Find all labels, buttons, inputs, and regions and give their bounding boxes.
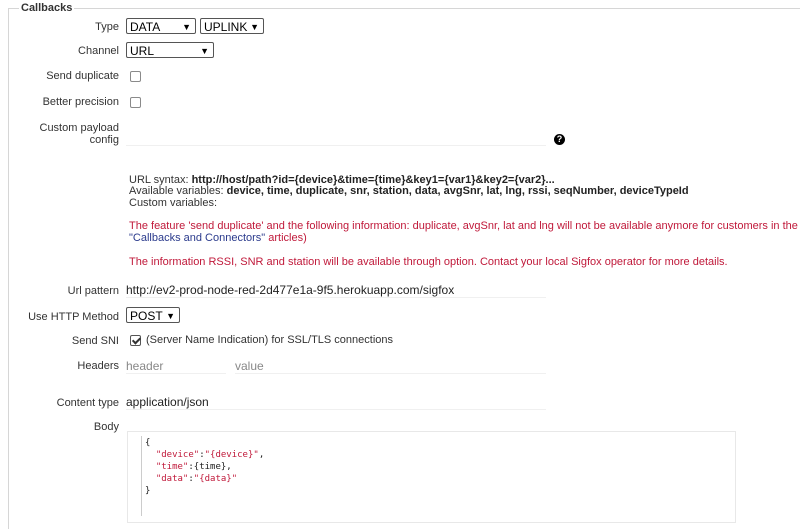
url-pattern-label: Url pattern	[67, 285, 119, 297]
better-precision-label: Better precision	[42, 96, 119, 108]
type-select[interactable]: DATA ▼	[126, 18, 196, 34]
http-method-value: POST	[130, 309, 163, 323]
type-label: Type	[95, 21, 119, 33]
chevron-down-icon: ▼	[250, 22, 259, 32]
duplicate-warning-line1: The feature 'send duplicate' and the fol…	[129, 220, 800, 232]
question-icon[interactable]: ?	[554, 134, 565, 145]
chevron-down-icon: ▼	[200, 46, 209, 56]
headers-label: Headers	[77, 360, 119, 372]
body-code[interactable]: { "device":"{device}", "time":{time}, "d…	[145, 437, 264, 497]
direction-select[interactable]: UPLINK ▼	[200, 18, 264, 34]
send-sni-label: Send SNI	[71, 335, 119, 347]
content-type-input[interactable]: application/json	[126, 395, 546, 410]
available-variables-value: device, time, duplicate, snr, station, d…	[226, 185, 689, 197]
custom-payload-input[interactable]	[126, 131, 546, 146]
send-duplicate-label: Send duplicate	[46, 70, 119, 82]
header-name-input[interactable]: header	[126, 359, 226, 374]
custom-payload-label-line2: config	[89, 134, 119, 146]
custom-variables-label: Custom variables:	[129, 197, 218, 209]
available-variables: Available variables: device, time, dupli…	[129, 186, 689, 197]
fieldset-legend: Callbacks	[19, 2, 75, 14]
editor-gutter	[141, 436, 142, 516]
callbacks-connectors-link[interactable]: "Callbacks and Connectors"	[129, 232, 265, 244]
duplicate-warning-line2: "Callbacks and Connectors" articles)	[129, 233, 307, 244]
send-sni-text: (Server Name Indication) for SSL/TLS con…	[146, 334, 394, 346]
url-pattern-input[interactable]: http://ev2-prod-node-red-2d477e1a-9f5.he…	[126, 283, 546, 298]
http-method-select[interactable]: POST ▼	[126, 307, 180, 323]
send-sni-checkbox[interactable]	[130, 335, 141, 346]
code-line: "time":{time},	[155, 462, 232, 472]
chevron-down-icon: ▼	[182, 22, 191, 32]
duplicate-warning-rest: articles)	[265, 232, 307, 244]
better-precision-checkbox[interactable]	[130, 97, 141, 108]
channel-label: Channel	[78, 45, 119, 57]
code-line: "data":"{data}"	[155, 474, 238, 484]
direction-select-value: UPLINK	[204, 20, 248, 34]
custom-payload-label-line1: Custom payload	[39, 122, 120, 134]
type-select-value: DATA	[130, 20, 161, 34]
available-variables-label: Available variables:	[129, 185, 227, 197]
code-line: }	[145, 486, 151, 496]
body-label: Body	[93, 421, 119, 433]
content-type-label: Content type	[56, 397, 119, 409]
header-value-input[interactable]: value	[235, 359, 546, 374]
channel-select[interactable]: URL ▼	[126, 42, 214, 58]
http-method-label: Use HTTP Method	[28, 311, 119, 323]
channel-select-value: URL	[130, 44, 155, 58]
send-duplicate-checkbox[interactable]	[130, 71, 141, 82]
chevron-down-icon: ▼	[166, 311, 175, 321]
rssi-warning: The information RSSI, SNR and station wi…	[129, 256, 728, 268]
code-line: "device":"{device}",	[155, 450, 265, 460]
code-line: {	[145, 438, 151, 448]
